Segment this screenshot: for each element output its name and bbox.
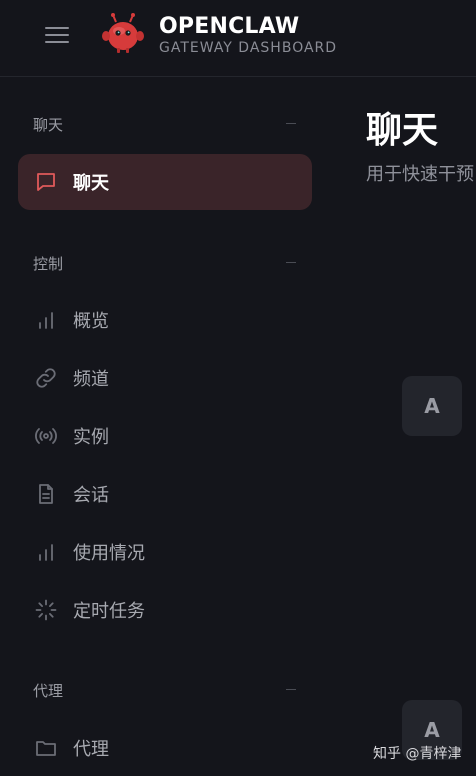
avatar: A <box>402 376 462 436</box>
chat-bubble-icon <box>37 173 55 191</box>
brand-title: OPENCLAW <box>159 14 300 39</box>
document-icon <box>39 484 53 504</box>
sidebar-item-agents[interactable]: 代理 <box>18 720 312 776</box>
crab-logo-icon <box>102 13 144 53</box>
collapse-control-group-icon[interactable] <box>286 262 296 263</box>
link-icon <box>36 368 56 388</box>
sidebar-item-label: 定时任务 <box>73 601 145 622</box>
broadcast-icon <box>35 428 57 444</box>
sidebar-item-sessions[interactable]: 会话 <box>18 466 312 522</box>
top-bar: OPENCLAW GATEWAY DASHBOARD <box>0 0 476 77</box>
sidebar-item-label: 使用情况 <box>73 543 145 564</box>
page-subtitle: 用于快速干预 <box>366 164 474 185</box>
sidebar-item-chat[interactable]: 聊天 <box>18 154 312 210</box>
hamburger-icon[interactable] <box>45 25 69 45</box>
collapse-agents-group-icon[interactable] <box>286 689 296 690</box>
sidebar-item-scheduled-tasks[interactable]: 定时任务 <box>18 582 312 638</box>
sidebar-item-label: 频道 <box>73 369 109 390</box>
sidebar-item-label: 实例 <box>73 427 109 448</box>
sidebar-item-label: 代理 <box>73 739 109 760</box>
watermark: 知乎 @青梓津 <box>373 746 462 762</box>
sidebar-item-label: 聊天 <box>73 173 109 194</box>
bar-chart-icon <box>39 312 53 329</box>
sidebar-item-label: 概览 <box>73 311 109 332</box>
folder-icon <box>36 741 56 756</box>
group-label-control: 控制 <box>33 255 64 273</box>
group-label-agents: 代理 <box>33 682 64 700</box>
bar-chart-icon <box>39 544 53 561</box>
sidebar-item-instances[interactable]: 实例 <box>18 408 312 464</box>
sidebar-item-usage[interactable]: 使用情况 <box>18 524 312 580</box>
sidebar-item-channels[interactable]: 频道 <box>18 350 312 406</box>
collapse-chat-group-icon[interactable] <box>286 123 296 124</box>
loader-icon <box>35 599 57 621</box>
sidebar: 聊天 聊天 控制 概览 频道 实例 会话 使用情况 定时任务 代理 代理 <box>0 77 330 775</box>
group-label-chat: 聊天 <box>33 116 64 134</box>
brand-subtitle: GATEWAY DASHBOARD <box>159 40 338 56</box>
sidebar-item-overview[interactable]: 概览 <box>18 292 312 348</box>
page-title: 聊天 <box>366 110 439 151</box>
sidebar-item-label: 会话 <box>73 485 109 506</box>
